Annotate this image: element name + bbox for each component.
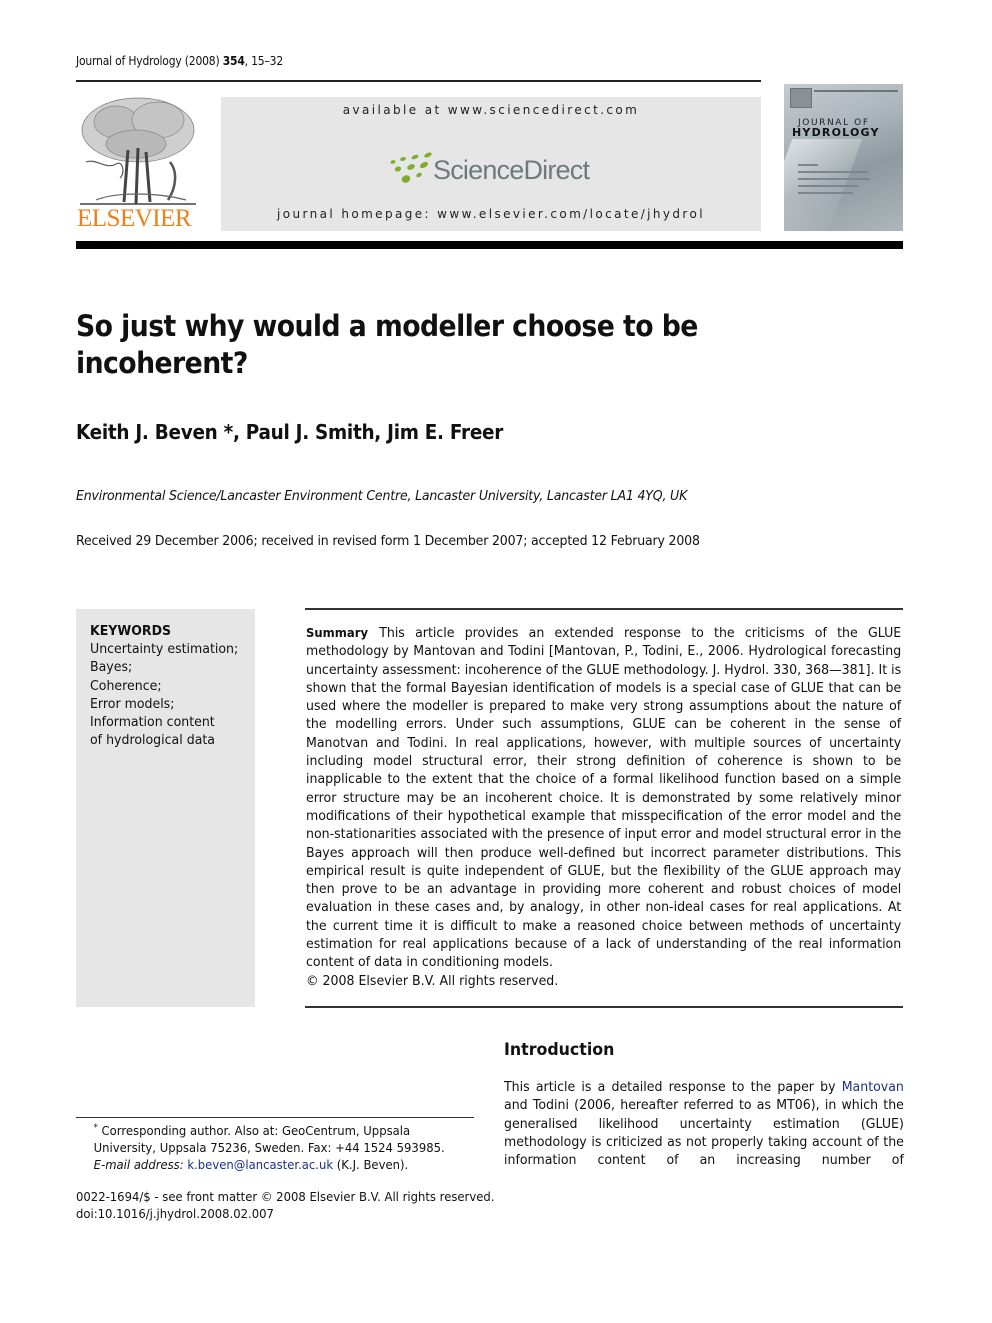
footnote-rule (76, 1117, 474, 1119)
summary-copyright: © 2008 Elsevier B.V. All rights reserved… (306, 972, 559, 989)
sciencedirect-logo[interactable]: ScienceDirect (389, 152, 599, 192)
intro-text-part: This article is a detailed response to t… (504, 1079, 842, 1095)
issn-line: 0022-1694/$ - see front matter © 2008 El… (76, 1189, 495, 1204)
keyword-item: Error models; (90, 695, 175, 712)
summary-text: This article provides an extended respon… (306, 625, 902, 971)
keywords-panel: KEYWORDS Uncertainty estimation; Bayes; … (76, 609, 255, 1007)
corresponding-author-footnote: * Corresponding author. Also at: GeoCent… (76, 1120, 476, 1173)
sciencedirect-wordmark: ScienceDirect (433, 155, 590, 185)
cover-editor-lines (798, 164, 870, 199)
available-at-link[interactable]: available at www.sciencedirect.com (221, 103, 761, 117)
masthead-rule (76, 241, 903, 249)
introduction-text: This article is a detailed response to t… (504, 1078, 904, 1169)
journal-volume: 354 (222, 54, 245, 68)
author-email-link[interactable]: k.beven@lancaster.ac.uk (187, 1157, 333, 1172)
keyword-item: Information content of hydrological data (90, 714, 216, 749)
elsevier-wordmark: ELSEVIER (77, 205, 192, 232)
running-header: Journal of Hydrology (2008) 354, 15–32 (76, 54, 283, 68)
article-history: Received 29 December 2006; received in r… (76, 533, 700, 549)
doi-link[interactable]: doi:10.1016/j.jhydrol.2008.02.007 (76, 1205, 494, 1222)
footnote-text: Corresponding author. Also at: GeoCentru… (93, 1123, 445, 1156)
article-authors: Keith J. Beven *, Paul J. Smith, Jim E. … (76, 420, 504, 444)
reference-link-mantovan[interactable]: Mantovan (842, 1079, 904, 1095)
journal-year: (2008) (184, 54, 220, 68)
keyword-item: Uncertainty estimation; (90, 641, 239, 658)
cover-top-line (814, 90, 898, 92)
introduction-heading: Introduction (504, 1040, 615, 1060)
article-title: So just why would a modeller choose to b… (76, 309, 698, 380)
email-label: E-mail address: (93, 1157, 184, 1173)
journal-pages: , 15–32 (244, 54, 284, 68)
keyword-item: Coherence; (90, 677, 162, 694)
summary-label: Summary (306, 625, 369, 640)
author-affiliation: Environmental Science/Lancaster Environm… (76, 488, 688, 504)
email-suffix: (K.J. Beven). (333, 1157, 409, 1173)
keywords-heading: KEYWORDS (90, 623, 172, 639)
summary-abstract: Summary This article provides an extended… (306, 624, 901, 990)
journal-cover-image: JOURNAL OF HYDROLOGY (784, 84, 903, 231)
header-rule (76, 80, 761, 82)
front-matter-info: 0022-1694/$ - see front matter © 2008 El… (76, 1188, 494, 1222)
journal-name: Journal of Hydrology (76, 54, 182, 68)
summary-bottom-rule (305, 1006, 903, 1008)
sciencedirect-banner: available at www.sciencedirect.com Scien… (221, 97, 761, 231)
intro-text-part: and Todini (2006, hereafter referred to … (504, 1097, 904, 1169)
cover-emblem (790, 88, 812, 108)
cover-title-line2: HYDROLOGY (792, 126, 880, 139)
journal-homepage-link[interactable]: journal homepage: www.elsevier.com/locat… (221, 207, 761, 221)
summary-top-rule (305, 608, 903, 610)
keyword-item: Bayes; (90, 659, 133, 676)
